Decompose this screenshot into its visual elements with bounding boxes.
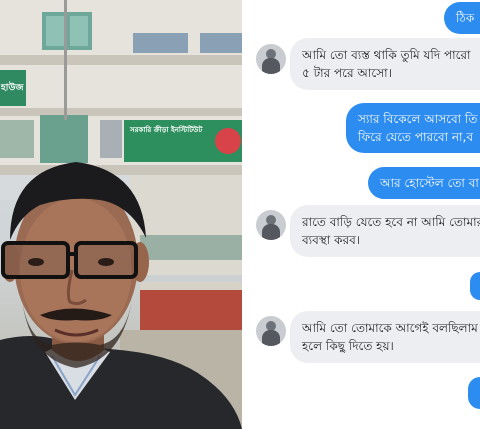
sign-text-left: হাউজ — [1, 83, 24, 93]
sender-avatar[interactable] — [256, 44, 286, 74]
photo-illustration — [0, 0, 242, 429]
message-text: আর হোস্টেল তো বা — [380, 176, 479, 190]
message-bubble-sent — [470, 272, 480, 300]
message-bubble-sent: আর হোস্টেল তো বা — [368, 167, 480, 199]
message-bubble-sent — [468, 377, 480, 409]
profile-photo: হাউজ সরকারি ক্রীড়া ইনস্টিটিউট — [0, 0, 242, 429]
message-text: ঠিক — [456, 11, 475, 25]
message-bubble-received: আমি তো ব্যস্ত থাকি তুমি যদি পারো ৫ টার প… — [290, 38, 480, 90]
sign-text-right: সরকারি ক্রীড়া ইনস্টিটিউট — [130, 126, 203, 134]
message-text: রাতে বাড়ি যেতে হবে না আমি তোমার — [302, 215, 480, 229]
message-bubble-sent: ঠিক — [444, 2, 480, 34]
chat-screenshot: ঠিক আমি তো ব্যস্ত থাকি তুমি যদি পারো ৫ ট… — [246, 0, 480, 429]
message-text: ব্যবস্থা করব। — [302, 233, 361, 247]
message-text: আমি তো ব্যস্ত থাকি তুমি যদি পারো — [302, 48, 471, 62]
message-bubble-sent: স্যার বিকেলে আসবো তি ফিরে যেতে পারবো না,… — [346, 103, 480, 153]
message-text: স্যার বিকেলে আসবো তি — [358, 112, 478, 126]
message-text: আমি তো তোমাকে আগেই বলছিলাম — [302, 321, 478, 335]
message-text: ফিরে যেতে পারবো না,ব — [358, 130, 474, 144]
message-text: ৫ টার পরে আসো। — [302, 66, 392, 80]
message-text: হলে কিছু দিতে হয়। — [302, 339, 394, 353]
message-bubble-received: আমি তো তোমাকে আগেই বলছিলাম হলে কিছু দিতে… — [290, 311, 480, 363]
sender-avatar[interactable] — [256, 316, 286, 346]
message-bubble-received: রাতে বাড়ি যেতে হবে না আমি তোমার ব্যবস্থ… — [290, 205, 480, 257]
sender-avatar[interactable] — [256, 210, 286, 240]
